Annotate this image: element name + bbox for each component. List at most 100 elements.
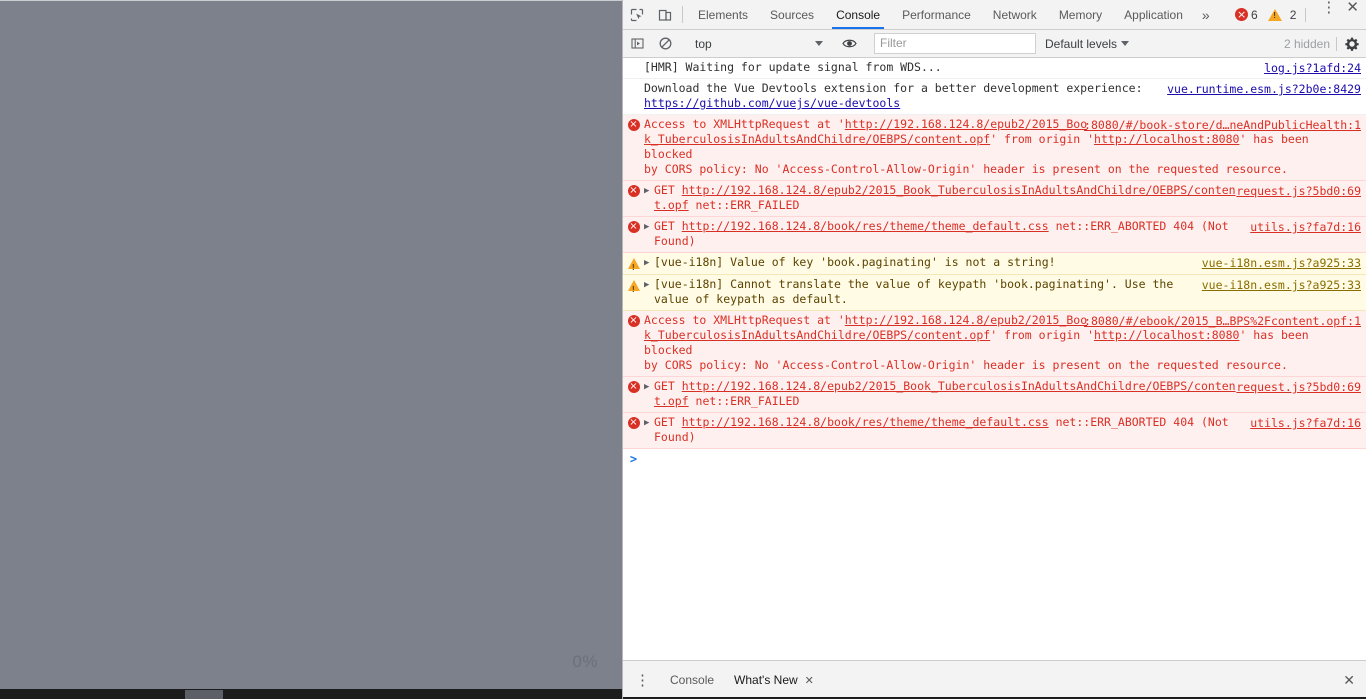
close-icon[interactable]: ✕ [805,674,814,687]
tab-elements[interactable]: Elements [687,0,759,29]
console-link[interactable]: http://localhost:8080 [1094,132,1239,146]
tab-sources-label: Sources [770,7,815,22]
source-location-link[interactable]: vue.runtime.esm.js?2b0e:8429 [1167,82,1361,97]
drawer-tab-console[interactable]: Console [660,661,724,699]
console-text-segment: net::ERR_FAILED [688,394,800,408]
source-location-link[interactable]: request.js?5bd0:69 [1236,184,1361,199]
message-severity-icon-cell [623,255,644,275]
error-icon: × [627,381,640,393]
page-progress-label: 0% [572,652,598,671]
source-location-link[interactable]: utils.js?fa7d:16 [1250,220,1361,235]
console-message[interactable]: Download the Vue Devtools extension for … [623,79,1366,115]
console-link[interactable]: http://192.168.124.8/book/res/theme/them… [682,219,1049,233]
tab-performance[interactable]: Performance [891,0,982,29]
close-icon[interactable]: ✕ [1342,0,1366,29]
message-severity-icon-cell [623,277,644,307]
kebab-menu-icon[interactable]: ⋮ [1315,0,1342,29]
error-icon: × [627,417,640,429]
console-text-segment: net::ERR_ABORTED 404 (Not [1048,415,1229,429]
console-link[interactable]: http://192.168.124.8/epub2/2015_Boo [845,117,1087,131]
console-link[interactable]: t.opf [654,198,689,212]
console-text-segment: Download the Vue Devtools extension for … [644,81,1143,95]
console-message[interactable]: ▶[vue-i18n] Value of key 'book.paginatin… [623,253,1366,275]
tab-sources[interactable]: Sources [759,0,825,29]
console-link[interactable]: http://192.168.124.8/epub2/2015_Book_Tub… [682,183,1236,197]
page-horizontal-scrollbar-thumb[interactable] [185,690,223,699]
chevron-right-icon[interactable]: ▶ [644,415,654,445]
console-message-text: [HMR] Waiting for update signal from WDS… [623,60,1366,75]
console-link[interactable]: https://github.com/vuejs/vue-devtools [644,96,900,110]
clear-console-icon[interactable] [651,37,679,50]
source-location-link[interactable]: request.js?5bd0:69 [1236,380,1361,395]
console-text-segment: [HMR] Waiting for update signal from WDS… [644,60,942,74]
live-expression-icon[interactable] [835,37,863,50]
chevron-right-icon[interactable]: ▶ [644,379,654,409]
console-message-line: by CORS policy: No 'Access-Control-Allow… [644,162,1361,177]
execution-context-select[interactable]: top [689,34,827,53]
drawer-tab-whats-new[interactable]: What's New ✕ [724,661,824,699]
console-message-line: k_TuberculosisInAdultsAndChildre/OEBPS/c… [644,328,1361,358]
console-message[interactable]: × Access to XMLHttpRequest at 'http://192… [623,311,1366,377]
more-tabs-icon[interactable]: » [1194,0,1218,29]
screen: 0% Elements Sources Console Performance … [0,0,1366,699]
tab-memory[interactable]: Memory [1048,0,1113,29]
console-message[interactable]: × ▶ GET http://192.168.124.8/book/res/them… [623,413,1366,449]
close-icon[interactable]: ✕ [1331,673,1366,687]
tab-elements-label: Elements [698,7,749,22]
warning-icon [627,258,640,275]
console-message[interactable]: ▶[vue-i18n] Cannot translate the value o… [623,275,1366,311]
device-toolbar-icon[interactable] [651,0,679,29]
log-level-select[interactable]: Default levels [1045,36,1130,51]
console-link[interactable]: http://192.168.124.8/epub2/2015_Book_Tub… [682,379,1236,393]
error-counter[interactable]: 6 [1235,8,1258,22]
prompt-arrow-icon: > [629,452,638,466]
console-text-segment: by CORS policy: No 'Access-Control-Allow… [644,358,1288,372]
chevron-right-icon[interactable]: ▶ [644,277,654,307]
devtools-tabbar: Elements Sources Console Performance Net… [623,0,1366,30]
source-location-link[interactable]: utils.js?fa7d:16 [1250,416,1361,431]
console-link[interactable]: k_TuberculosisInAdultsAndChildre/OEBPS/c… [644,132,990,146]
console-message[interactable]: × ▶ GET http://192.168.124.8/epub2/2015_Bo… [623,377,1366,413]
console-text-segment: GET [654,379,682,393]
console-message-list[interactable]: [HMR] Waiting for update signal from WDS… [623,58,1366,660]
warning-counter[interactable]: 2 [1267,8,1296,22]
console-message[interactable]: × Access to XMLHttpRequest at 'http://192… [623,115,1366,181]
console-text-segment: Found) [654,430,696,444]
inspect-element-icon[interactable] [623,0,651,29]
gear-icon[interactable] [1345,37,1366,51]
console-sidebar-icon[interactable] [623,37,651,50]
message-severity-icon-cell: × [623,117,644,177]
chevron-right-icon[interactable]: ▶ [644,219,654,249]
chevron-right-icon[interactable]: ▶ [644,183,654,213]
chevron-right-icon[interactable]: ▶ [644,255,654,271]
log-level-value: Default levels [1045,36,1118,51]
console-link[interactable]: http://192.168.124.8/book/res/theme/them… [682,415,1049,429]
console-message[interactable]: × ▶ GET http://192.168.124.8/book/res/them… [623,217,1366,253]
console-link[interactable]: t.opf [654,394,689,408]
console-message-line: https://github.com/vuejs/vue-devtools [644,96,1361,111]
source-location-link[interactable]: :8080/#/ebook/2015_B…BPS%2Fcontent.opf:1 [1084,314,1361,329]
console-link[interactable]: http://192.168.124.8/epub2/2015_Boo [845,313,1087,327]
filter-input[interactable]: Filter [874,33,1036,54]
console-message[interactable]: × ▶ GET http://192.168.124.8/epub2/2015_Bo… [623,181,1366,217]
console-link[interactable]: k_TuberculosisInAdultsAndChildre/OEBPS/c… [644,328,990,342]
message-severity-icon-cell: × [623,379,644,409]
console-link[interactable]: http://localhost:8080 [1094,328,1239,342]
source-location-link[interactable]: :8080/#/book-store/d…neAndPublicHealth:1 [1084,118,1361,133]
tab-application[interactable]: Application [1113,0,1194,29]
console-message-line: Found) [654,234,1361,249]
page-horizontal-scrollbar[interactable] [0,689,622,699]
error-icon [1235,8,1249,21]
console-prompt[interactable]: > [623,449,1366,467]
warning-icon [1267,8,1282,21]
console-message[interactable]: [HMR] Waiting for update signal from WDS… [623,58,1366,79]
tab-network[interactable]: Network [982,0,1048,29]
console-input[interactable] [644,452,1366,467]
kebab-menu-icon[interactable]: ⋮ [623,673,660,688]
source-location-link[interactable]: vue-i18n.esm.js?a925:33 [1202,256,1361,271]
source-location-link[interactable]: vue-i18n.esm.js?a925:33 [1202,278,1361,293]
error-icon: × [627,315,640,327]
source-location-link[interactable]: log.js?1afd:24 [1264,61,1361,76]
tab-console[interactable]: Console [825,0,891,29]
